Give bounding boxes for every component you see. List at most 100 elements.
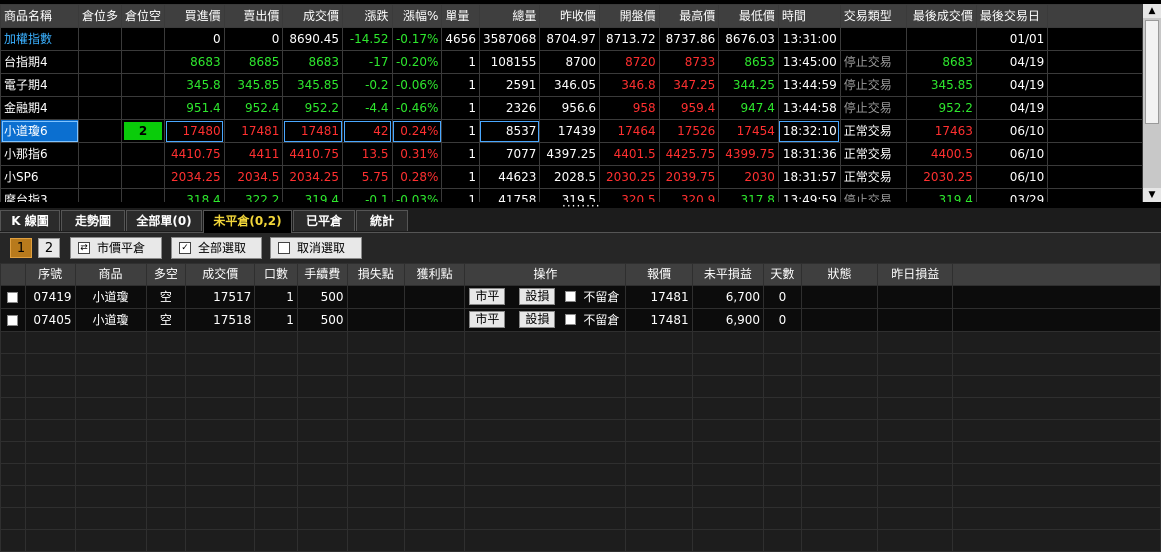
bid-price[interactable]: 17480 [164, 119, 225, 143]
final-price[interactable] [906, 27, 977, 51]
col-header-open[interactable]: 開盤價 [599, 4, 660, 28]
col-header-days[interactable]: 天數 [763, 263, 802, 286]
final-price[interactable]: 4400.5 [906, 142, 977, 166]
deselect-all-button[interactable]: 取消選取 [270, 237, 362, 259]
final-price[interactable]: 319.4 [906, 188, 977, 202]
final-price[interactable]: 8683 [906, 50, 977, 74]
ask-price[interactable]: 0 [223, 27, 284, 51]
total-volume[interactable]: 2326 [478, 96, 541, 120]
bid-price[interactable]: 318.4 [164, 188, 225, 202]
col-header-profit[interactable]: 獲利點 [404, 263, 466, 286]
tick-volume[interactable]: 1 [441, 96, 480, 120]
trade-type[interactable]: 停止交易 [839, 96, 908, 120]
change-pct[interactable]: 0.24% [391, 119, 443, 143]
final-date[interactable]: 06/10 [975, 119, 1049, 143]
col-header-side[interactable]: 多空 [145, 263, 187, 286]
tab-trend[interactable]: 走勢圖 [61, 210, 125, 231]
last-price[interactable]: 4410.75 [282, 142, 343, 166]
open-price[interactable]: 8720 [599, 50, 660, 74]
quote-row[interactable]: 小SP6 2034.25 2034.5 2034.25 5.75 0.28% 1 44623 2… [0, 165, 1143, 189]
tab-stats[interactable]: 統計 [356, 210, 408, 231]
bid-price[interactable]: 4410.75 [164, 142, 225, 166]
total-volume[interactable]: 44623 [478, 165, 541, 189]
col-header-total[interactable]: 總量 [478, 4, 541, 28]
close-market-row-button[interactable]: 市平 [469, 311, 506, 328]
high-price[interactable]: 17526 [658, 119, 720, 143]
price-change[interactable]: -4.4 [342, 96, 393, 120]
product-name[interactable]: 台指期4 [0, 50, 80, 74]
trade-type[interactable]: 正常交易 [839, 142, 908, 166]
final-date[interactable]: 06/10 [975, 165, 1049, 189]
long-position[interactable] [78, 27, 123, 51]
prev-close[interactable]: 4397.25 [539, 142, 601, 166]
trade-time[interactable]: 13:44:59 [777, 73, 841, 97]
close-market-row-button[interactable]: 市平 [469, 288, 506, 305]
page-2-button[interactable]: 2 [38, 238, 60, 258]
tick-volume[interactable]: 1 [441, 50, 480, 74]
col-header-high[interactable]: 最高價 [658, 4, 720, 28]
short-position[interactable] [121, 96, 166, 120]
ask-price[interactable]: 17481 [223, 119, 284, 143]
low-price[interactable]: 8653 [718, 50, 779, 74]
total-volume[interactable]: 7077 [478, 142, 541, 166]
col-header-quote[interactable]: 報價 [625, 263, 693, 286]
final-price[interactable]: 17463 [906, 119, 977, 143]
col-header-ask[interactable]: 賣出價 [223, 4, 284, 28]
trade-time[interactable]: 18:32:10 [777, 119, 841, 143]
trade-type[interactable]: 正常交易 [839, 119, 908, 143]
trade-time[interactable]: 18:31:36 [777, 142, 841, 166]
quote-row[interactable]: 加權指數 0 0 8690.45 -14.52 -0.17% 4656 3587068 8704… [0, 27, 1143, 51]
open-price[interactable]: 320.5 [599, 188, 660, 202]
open-price[interactable]: 4401.5 [599, 142, 660, 166]
low-price[interactable]: 317.8 [718, 188, 779, 202]
bid-price[interactable]: 8683 [164, 50, 225, 74]
col-header-last[interactable]: 成交價 [282, 4, 343, 28]
short-position[interactable] [121, 27, 166, 51]
row-select-checkbox[interactable] [7, 292, 19, 303]
total-volume[interactable]: 41758 [478, 188, 541, 202]
long-position[interactable] [78, 73, 123, 97]
long-position[interactable] [78, 188, 123, 202]
col-header-prev[interactable]: 昨收價 [539, 4, 601, 28]
trade-time[interactable]: 13:31:00 [777, 27, 841, 51]
quote-row[interactable]: 電子期4 345.8 345.85 345.85 -0.2 -0.06% 1 2591 346.… [0, 73, 1143, 97]
change-pct[interactable]: -0.46% [391, 96, 443, 120]
last-price[interactable]: 17481 [282, 119, 343, 143]
high-price[interactable]: 959.4 [658, 96, 720, 120]
scroll-up-icon[interactable]: ▲ [1143, 4, 1161, 18]
trade-type[interactable]: 正常交易 [839, 165, 908, 189]
change-pct[interactable]: 0.28% [391, 165, 443, 189]
trade-type[interactable]: 停止交易 [839, 188, 908, 202]
col-header-status[interactable]: 狀態 [800, 263, 879, 286]
trade-time[interactable]: 13:44:58 [777, 96, 841, 120]
tick-volume[interactable]: 1 [441, 142, 480, 166]
price-change[interactable]: -0.2 [342, 73, 393, 97]
prev-close[interactable]: 346.05 [539, 73, 601, 97]
set-stop-button[interactable]: 設損 [519, 288, 556, 305]
col-header-op[interactable]: 操作 [464, 263, 627, 286]
col-header-short[interactable]: 倉位空 [121, 4, 166, 28]
low-price[interactable]: 17454 [718, 119, 779, 143]
change-pct[interactable]: -0.03% [391, 188, 443, 202]
col-header-product[interactable]: 商品 [74, 263, 147, 286]
high-price[interactable]: 347.25 [658, 73, 720, 97]
open-price[interactable]: 2030.25 [599, 165, 660, 189]
col-header-name[interactable]: 商品名稱 [0, 4, 80, 28]
change-pct[interactable]: -0.20% [391, 50, 443, 74]
high-price[interactable]: 320.9 [658, 188, 720, 202]
tab-kline[interactable]: K 線圖 [0, 210, 60, 231]
ask-price[interactable]: 8685 [223, 50, 284, 74]
position-row[interactable]: 07405 小道瓊空 17518 1 500 市平 設損 不留倉 17481 6,900 0 [0, 308, 1161, 332]
tick-volume[interactable]: 1 [441, 73, 480, 97]
row-select-checkbox[interactable] [7, 315, 19, 326]
bid-price[interactable]: 0 [164, 27, 225, 51]
short-position[interactable] [121, 165, 166, 189]
col-header-seq[interactable]: 序號 [24, 263, 76, 286]
final-date[interactable]: 04/19 [975, 73, 1049, 97]
col-header-stop[interactable]: 損失點 [346, 263, 406, 286]
price-change[interactable]: -17 [342, 50, 393, 74]
price-change[interactable]: -0.1 [342, 188, 393, 202]
tab-open-positions[interactable]: 未平倉(0,2) [203, 210, 292, 233]
select-all-button[interactable]: ✓ 全部選取 [171, 237, 262, 259]
col-header-long[interactable]: 倉位多 [78, 4, 123, 28]
